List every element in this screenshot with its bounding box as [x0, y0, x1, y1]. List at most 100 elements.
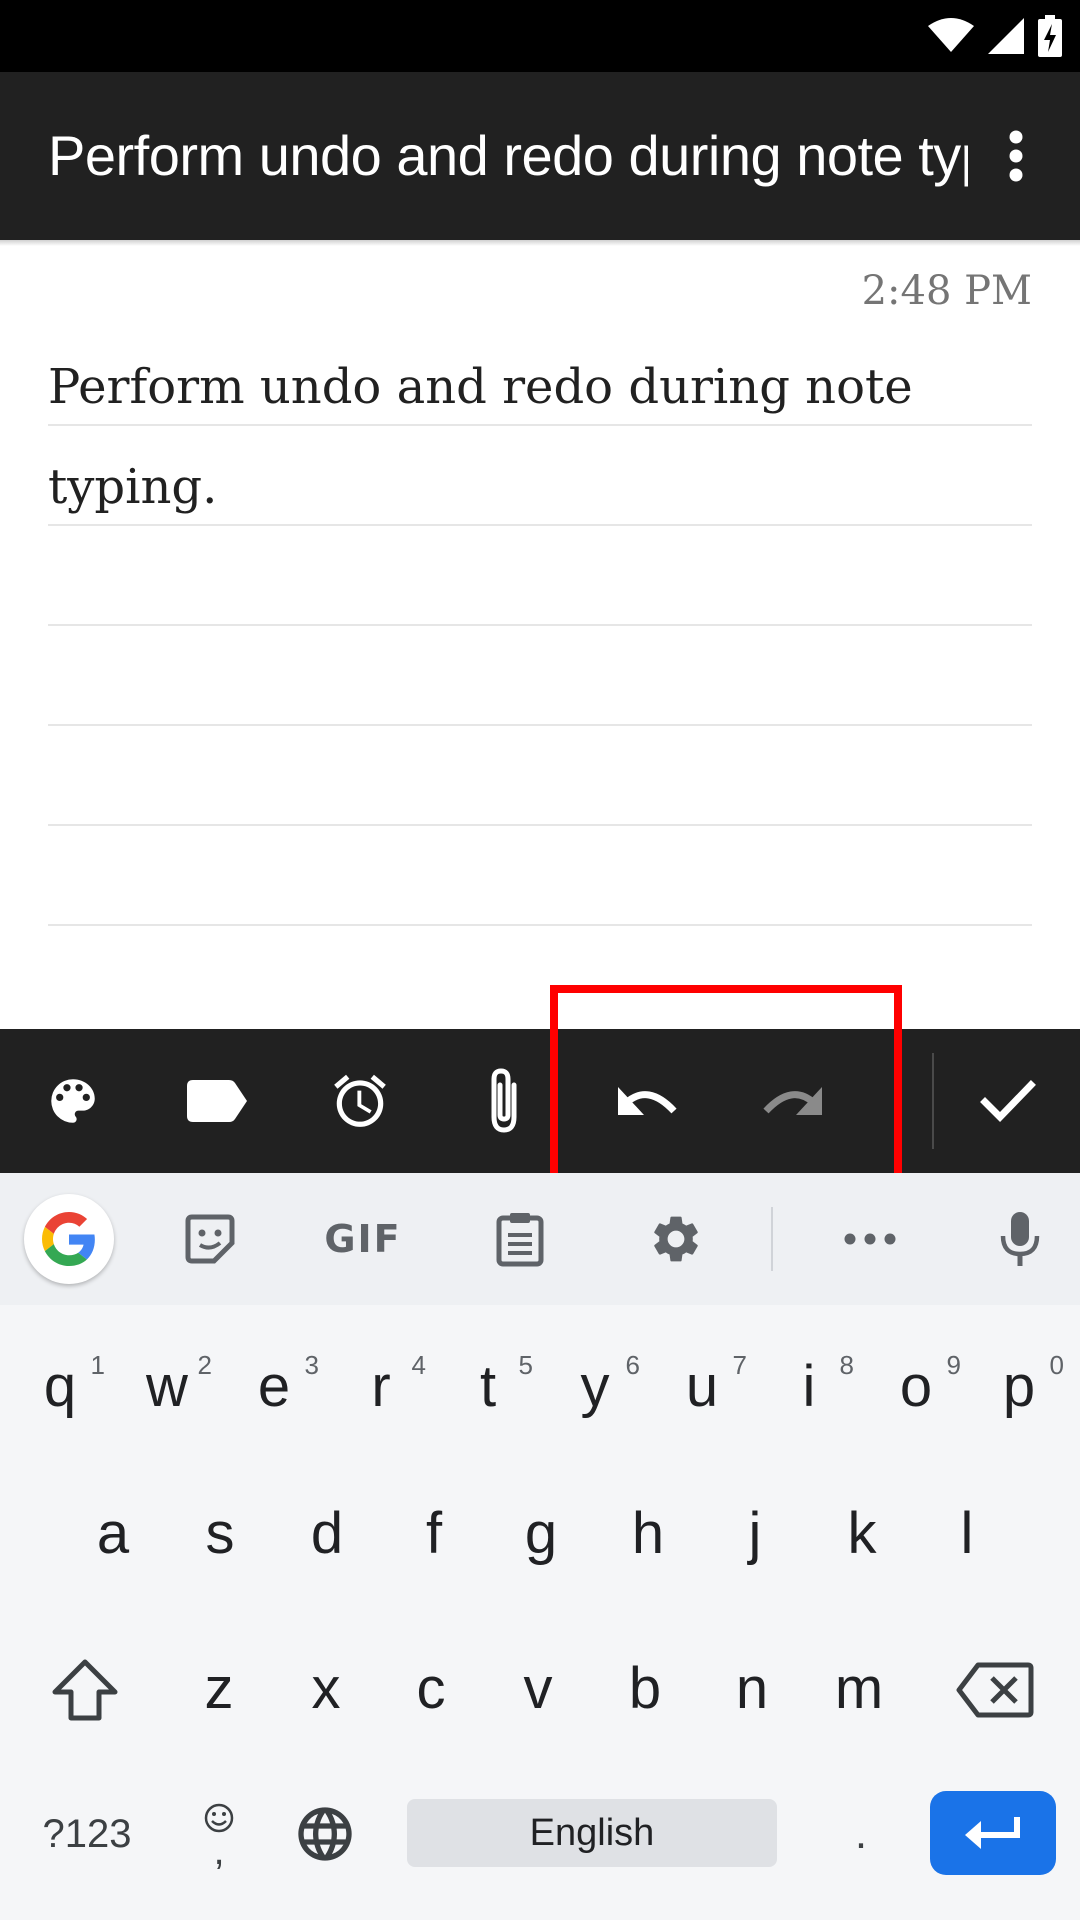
- key-s[interactable]: s: [167, 1463, 273, 1603]
- keyboard-suggestion-bar: GIF: [0, 1173, 1080, 1305]
- key-x[interactable]: x: [273, 1618, 379, 1758]
- key-label: h: [631, 1500, 665, 1566]
- key-g[interactable]: g: [488, 1463, 594, 1603]
- overflow-menu-button[interactable]: [976, 112, 1056, 200]
- key-o[interactable]: o9: [863, 1316, 969, 1456]
- key-e[interactable]: e3: [221, 1316, 327, 1456]
- key-label: w: [146, 1353, 188, 1419]
- backspace-icon: [956, 1662, 1034, 1718]
- key-label: p: [1002, 1353, 1036, 1419]
- reminder-button[interactable]: [305, 1029, 415, 1173]
- emoji-comma-key[interactable]: ,: [184, 1780, 254, 1890]
- key-label: j: [748, 1500, 762, 1566]
- key-hint: 8: [839, 1350, 854, 1380]
- gif-label: GIF: [324, 1217, 402, 1261]
- status-bar: [0, 0, 1080, 72]
- key-hint: 2: [197, 1350, 212, 1380]
- attach-button[interactable]: [449, 1029, 559, 1173]
- key-label: t: [479, 1353, 497, 1419]
- key-label: n: [735, 1655, 769, 1721]
- key-label: m: [834, 1655, 884, 1721]
- key-d[interactable]: d: [274, 1463, 380, 1603]
- key-label: f: [425, 1500, 443, 1566]
- key-p[interactable]: p0: [966, 1316, 1072, 1456]
- key-n[interactable]: n: [699, 1618, 805, 1758]
- key-t[interactable]: t5: [435, 1316, 541, 1456]
- key-y[interactable]: y6: [542, 1316, 648, 1456]
- language-key[interactable]: [282, 1784, 368, 1884]
- key-label: r: [371, 1353, 391, 1419]
- color-palette-button[interactable]: [18, 1029, 128, 1173]
- toolbar-divider: [932, 1053, 934, 1149]
- google-icon: [42, 1212, 95, 1266]
- note-body[interactable]: Perform undo and redo during note typing…: [48, 326, 1032, 926]
- key-label: s: [205, 1500, 235, 1566]
- key-label: c: [416, 1655, 446, 1721]
- more-icon: [844, 1233, 896, 1245]
- key-u[interactable]: u7: [649, 1316, 755, 1456]
- key-v[interactable]: v: [485, 1618, 591, 1758]
- key-label: o: [899, 1353, 933, 1419]
- gif-button[interactable]: GIF: [318, 1173, 408, 1305]
- app-bar-shadow: [0, 240, 1080, 246]
- key-m[interactable]: m: [806, 1618, 912, 1758]
- key-label: y: [580, 1353, 610, 1419]
- key-label: z: [204, 1655, 234, 1721]
- enter-icon: [965, 1817, 1020, 1849]
- note-line[interactable]: [48, 526, 1032, 626]
- comma-label: ,: [213, 1829, 225, 1873]
- mic-icon: [1000, 1212, 1040, 1266]
- key-z[interactable]: z: [166, 1618, 272, 1758]
- enter-key[interactable]: [930, 1791, 1056, 1875]
- key-a[interactable]: a: [60, 1463, 166, 1603]
- key-i[interactable]: i8: [756, 1316, 862, 1456]
- note-line[interactable]: Perform undo and redo during note: [48, 326, 1032, 426]
- space-key[interactable]: English: [407, 1799, 777, 1867]
- key-hint: 6: [625, 1350, 640, 1380]
- clipboard-button[interactable]: [480, 1173, 560, 1305]
- google-badge: [24, 1194, 114, 1284]
- sticker-button[interactable]: [170, 1173, 250, 1305]
- key-k[interactable]: k: [809, 1463, 915, 1603]
- note-line[interactable]: [48, 726, 1032, 826]
- note-line[interactable]: [48, 826, 1032, 926]
- key-w[interactable]: w2: [114, 1316, 220, 1456]
- key-label: g: [524, 1500, 558, 1566]
- key-c[interactable]: c: [378, 1618, 484, 1758]
- key-label: d: [310, 1500, 344, 1566]
- more-button[interactable]: [830, 1173, 910, 1305]
- key-f[interactable]: f: [381, 1463, 487, 1603]
- backspace-key[interactable]: [940, 1620, 1050, 1760]
- key-label: b: [628, 1655, 662, 1721]
- note-toolbar: [0, 1029, 1080, 1173]
- key-b[interactable]: b: [592, 1618, 698, 1758]
- key-label: v: [523, 1655, 553, 1721]
- keyboard-settings-button[interactable]: [636, 1173, 716, 1305]
- note-line[interactable]: typing.: [48, 426, 1032, 526]
- key-label: u: [685, 1353, 719, 1419]
- key-hint: 9: [946, 1350, 961, 1380]
- key-l[interactable]: l: [914, 1463, 1020, 1603]
- clipboard-icon: [496, 1213, 544, 1267]
- key-j[interactable]: j: [702, 1463, 808, 1603]
- key-r[interactable]: r4: [328, 1316, 434, 1456]
- app-title: Perform undo and redo during note typ: [48, 124, 968, 187]
- status-icons: [928, 14, 1062, 58]
- settings-icon: [654, 1216, 698, 1262]
- done-button[interactable]: [953, 1029, 1063, 1173]
- check-icon: [980, 1080, 1036, 1122]
- note-line[interactable]: [48, 626, 1032, 726]
- shift-key[interactable]: [30, 1620, 140, 1760]
- key-h[interactable]: h: [595, 1463, 701, 1603]
- label-button[interactable]: [162, 1029, 272, 1173]
- key-hint: 7: [732, 1350, 747, 1380]
- google-search-button[interactable]: [22, 1173, 116, 1305]
- highlight-box: [550, 985, 902, 1200]
- key-hint: 0: [1049, 1350, 1064, 1380]
- key-label: x: [311, 1655, 341, 1721]
- battery-charging-icon: [1038, 15, 1062, 57]
- voice-input-button[interactable]: [980, 1173, 1060, 1305]
- key-q[interactable]: q1: [7, 1316, 113, 1456]
- period-key[interactable]: .: [826, 1784, 896, 1884]
- symbols-key[interactable]: ?123: [22, 1784, 152, 1884]
